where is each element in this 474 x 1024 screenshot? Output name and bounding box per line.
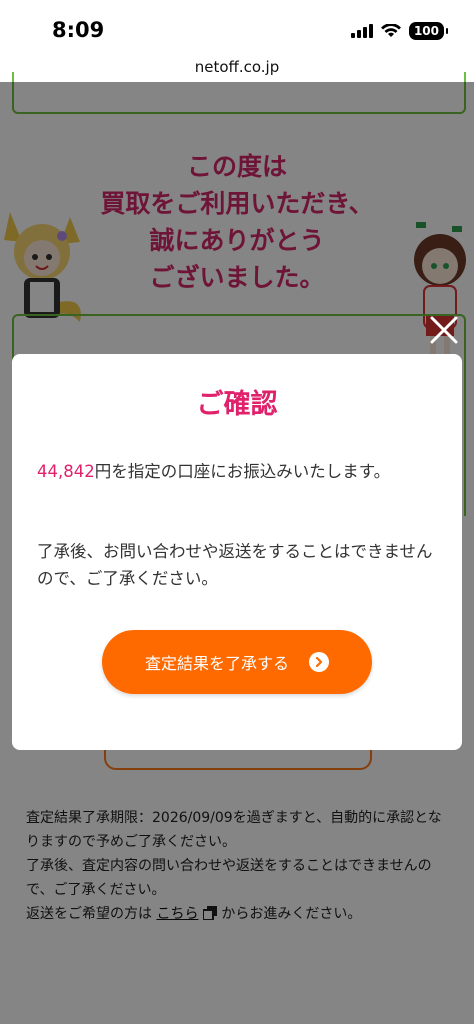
accept-result-button[interactable]: 査定結果を了承する — [102, 630, 372, 694]
close-icon[interactable] — [428, 314, 460, 346]
accept-button-label: 査定結果を了承する — [144, 654, 289, 673]
status-time: 8:09 — [52, 18, 105, 42]
modal-transfer-text: 44,842円を指定の口座にお振込みいたします。 — [37, 458, 437, 485]
status-bar: 8:09 100 — [0, 0, 474, 58]
status-icons: 100 — [350, 22, 449, 40]
chevron-right-icon — [309, 652, 329, 672]
transfer-amount: 44,842 — [37, 462, 95, 481]
modal-caution-text: 了承後、お問い合わせや返送をすることはできませんので、ご了承ください。 — [37, 542, 433, 588]
transfer-text-suffix: 円を指定の口座にお振込みいたします。 — [94, 462, 391, 481]
battery-icon: 100 — [408, 22, 449, 40]
confirm-modal: ご確認 44,842円を指定の口座にお振込みいたします。 了承後、お問い合わせや… — [12, 354, 462, 750]
wifi-icon — [380, 24, 401, 37]
signal-icon — [350, 24, 373, 38]
modal-title: ご確認 — [196, 389, 278, 420]
